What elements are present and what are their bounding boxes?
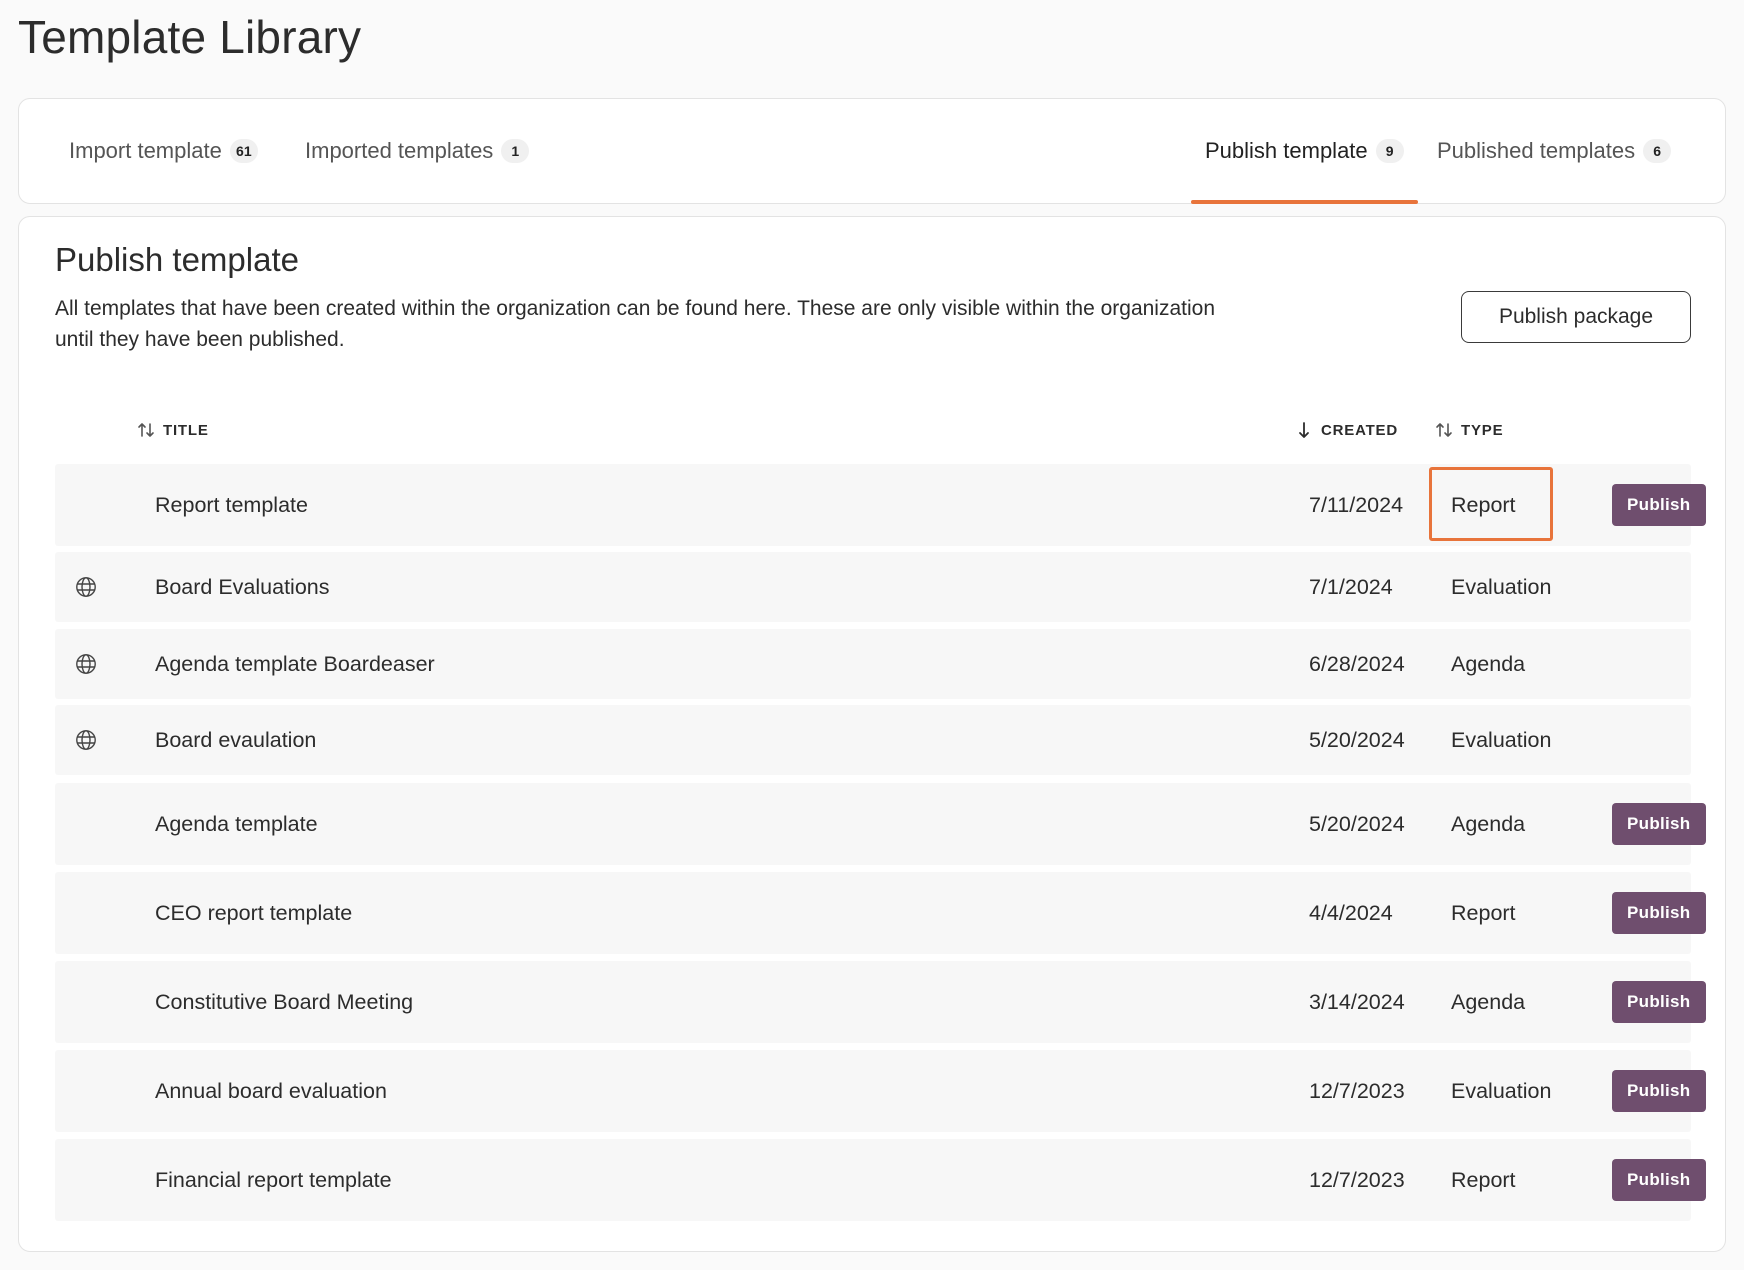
row-type: Evaluation <box>1451 574 1552 599</box>
tab-bar: Import template 61 Imported templates 1 … <box>18 98 1726 204</box>
globe-icon <box>75 552 101 622</box>
row-type: Report <box>1451 900 1516 925</box>
publish-template-panel: Publish template All templates that have… <box>18 216 1726 1252</box>
publish-button[interactable]: Publish <box>1612 803 1706 845</box>
publish-button[interactable]: Publish <box>1612 1159 1706 1201</box>
row-action: Publish <box>1612 1050 1706 1132</box>
table-row[interactable]: Annual board evaluation 12/7/2023 Evalua… <box>55 1050 1706 1132</box>
row-title: Board evaulation <box>155 727 317 752</box>
sort-icon <box>137 421 155 439</box>
sort-icon <box>1435 421 1453 439</box>
tab-publish-template[interactable]: Publish template 9 <box>1191 99 1418 204</box>
tab-label: Imported templates <box>305 138 494 163</box>
row-type: Agenda <box>1451 989 1526 1014</box>
row-created: 5/20/2024 <box>1309 811 1405 836</box>
tab-published-templates[interactable]: Published templates 6 <box>1437 99 1672 203</box>
row-title: Report template <box>155 492 308 517</box>
row-title: Financial report template <box>155 1167 392 1192</box>
table-row[interactable]: Board Evaluations 7/1/2024 Evaluation <box>55 552 1691 622</box>
row-title: Constitutive Board Meeting <box>155 989 414 1014</box>
row-title: Agenda template Boardeaser <box>155 651 435 676</box>
tab-label: Publish template <box>1205 138 1368 163</box>
row-created: 12/7/2023 <box>1309 1078 1405 1103</box>
row-title: Board Evaluations <box>155 574 330 599</box>
row-title: Agenda template <box>155 811 318 836</box>
table-row[interactable]: Agenda template Boardeaser 6/28/2024 Age… <box>55 629 1691 699</box>
tab-import-template[interactable]: Import template 61 <box>69 99 258 203</box>
tab-imported-templates[interactable]: Imported templates 1 <box>305 99 530 203</box>
row-type: Report <box>1451 492 1516 517</box>
row-type: Evaluation <box>1451 727 1552 752</box>
publish-button[interactable]: Publish <box>1612 892 1706 934</box>
page-title: Template Library <box>18 11 362 63</box>
column-header-label: TITLE <box>163 421 209 439</box>
table-row[interactable]: Report template 7/11/2024 Report Publish <box>55 464 1706 546</box>
globe-icon <box>75 629 101 699</box>
globe-icon <box>75 705 101 775</box>
row-action: Publish <box>1612 464 1706 546</box>
tab-count-badge: 61 <box>229 139 258 163</box>
table-row[interactable]: Agenda template 5/20/2024 Agenda Publish <box>55 783 1706 865</box>
publish-button[interactable]: Publish <box>1612 484 1706 526</box>
row-type: Agenda <box>1451 811 1526 836</box>
row-created: 4/4/2024 <box>1309 900 1393 925</box>
row-created: 5/20/2024 <box>1309 727 1405 752</box>
arrow-down-icon <box>1295 421 1313 439</box>
row-created: 7/11/2024 <box>1309 492 1404 517</box>
column-header-title[interactable]: TITLE <box>137 415 209 445</box>
table-row[interactable]: Financial report template 12/7/2023 Repo… <box>55 1139 1706 1221</box>
table-row[interactable]: Constitutive Board Meeting 3/14/2024 Age… <box>55 961 1706 1043</box>
column-header-label: CREATED <box>1321 421 1398 439</box>
publish-button[interactable]: Publish <box>1612 1070 1706 1112</box>
row-type: Agenda <box>1451 651 1526 676</box>
row-created: 6/28/2024 <box>1309 651 1405 676</box>
row-action: Publish <box>1612 1139 1706 1221</box>
section-title: Publish template <box>55 241 299 278</box>
tab-count-badge: 1 <box>501 139 530 163</box>
column-header-type[interactable]: TYPE <box>1435 415 1503 445</box>
row-action: Publish <box>1612 872 1706 954</box>
row-title: CEO report template <box>155 900 353 925</box>
row-action: Publish <box>1612 783 1706 865</box>
row-created: 7/1/2024 <box>1309 574 1393 599</box>
column-header-label: TYPE <box>1461 421 1504 439</box>
section-description: All templates that have been created wit… <box>55 297 1216 351</box>
tab-count-badge: 9 <box>1375 139 1404 163</box>
tab-label: Import template <box>69 138 222 163</box>
row-title: Annual board evaluation <box>155 1078 387 1103</box>
row-created: 12/7/2023 <box>1309 1167 1405 1192</box>
publish-button[interactable]: Publish <box>1612 981 1706 1023</box>
row-type: Report <box>1451 1167 1516 1192</box>
tab-count-badge: 6 <box>1643 139 1672 163</box>
row-created: 3/14/2024 <box>1309 989 1405 1014</box>
column-header-created[interactable]: CREATED <box>1295 415 1398 445</box>
publish-package-button[interactable]: Publish package <box>1461 291 1691 343</box>
table-row[interactable]: CEO report template 4/4/2024 Report Publ… <box>55 872 1706 954</box>
table-row[interactable]: Board evaulation 5/20/2024 Evaluation <box>55 705 1691 775</box>
tab-label: Published templates <box>1437 138 1636 163</box>
row-type: Evaluation <box>1451 1078 1552 1103</box>
row-action: Publish <box>1612 961 1706 1043</box>
